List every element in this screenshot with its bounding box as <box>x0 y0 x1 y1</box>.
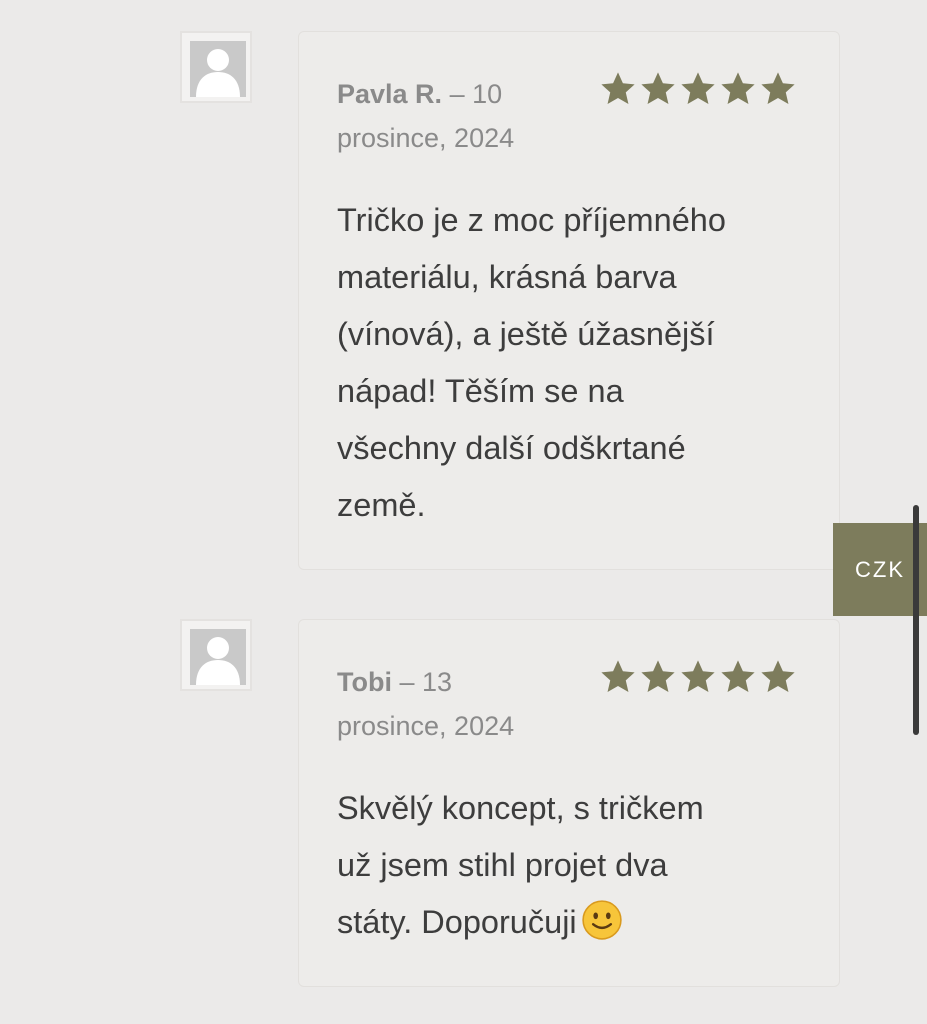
user-placeholder-icon <box>190 41 246 97</box>
star-icon <box>681 72 715 105</box>
review-text-line: nápad! Těším se na <box>337 373 624 409</box>
review-text: Tričko je z moc příjemného materiálu, kr… <box>337 192 807 534</box>
star-icon <box>761 72 795 105</box>
avatar <box>180 619 252 691</box>
star-rating <box>599 658 797 696</box>
review-text-line: všechny další odškrtané <box>337 430 686 466</box>
review-date-month-year: prosince, 2024 <box>337 711 515 741</box>
review-date-day: – 10 <box>449 79 503 109</box>
star-icon <box>721 72 755 105</box>
currency-label: CZK <box>855 556 905 582</box>
user-placeholder-icon <box>190 629 246 685</box>
review-text-line: (vínová), a ještě úžasnější <box>337 316 715 352</box>
star-icon <box>641 660 675 693</box>
review-text-line: státy. Doporučuji <box>337 904 577 940</box>
star-icon <box>641 72 675 105</box>
scrollbar-thumb[interactable] <box>913 505 919 735</box>
star-rating <box>599 70 797 108</box>
review-text: Skvělý koncept, s tričkem už jsem stihl … <box>337 780 807 951</box>
review-date-day: – 13 <box>399 667 453 697</box>
star-icon <box>721 660 755 693</box>
review-text-line: už jsem stihl projet dva <box>337 847 668 883</box>
slightly-smiling-face-icon <box>581 900 622 940</box>
review-card: Tobi – 13 prosince, 2024 Skvělý koncept,… <box>298 619 840 987</box>
review-meta: Pavla R. – 10 prosince, 2024 <box>337 72 587 160</box>
star-icon <box>681 660 715 693</box>
star-icon <box>761 660 795 693</box>
review-text-line-last: státy. Doporučuji <box>337 894 807 951</box>
review-author: Pavla R. <box>337 79 443 109</box>
review-text-line: materiálu, krásná barva <box>337 259 677 295</box>
review-text-line: země. <box>337 487 426 523</box>
review-text-line: Tričko je z moc příjemného <box>337 202 726 238</box>
star-icon <box>601 660 635 693</box>
review-author: Tobi <box>337 667 392 697</box>
review-date-month-year: prosince, 2024 <box>337 123 515 153</box>
review-text-line: Skvělý koncept, s tričkem <box>337 790 704 826</box>
review-card: Pavla R. – 10 prosince, 2024 Tričko je z… <box>298 31 840 570</box>
star-icon <box>601 72 635 105</box>
avatar <box>180 31 252 103</box>
review-meta: Tobi – 13 prosince, 2024 <box>337 660 587 748</box>
